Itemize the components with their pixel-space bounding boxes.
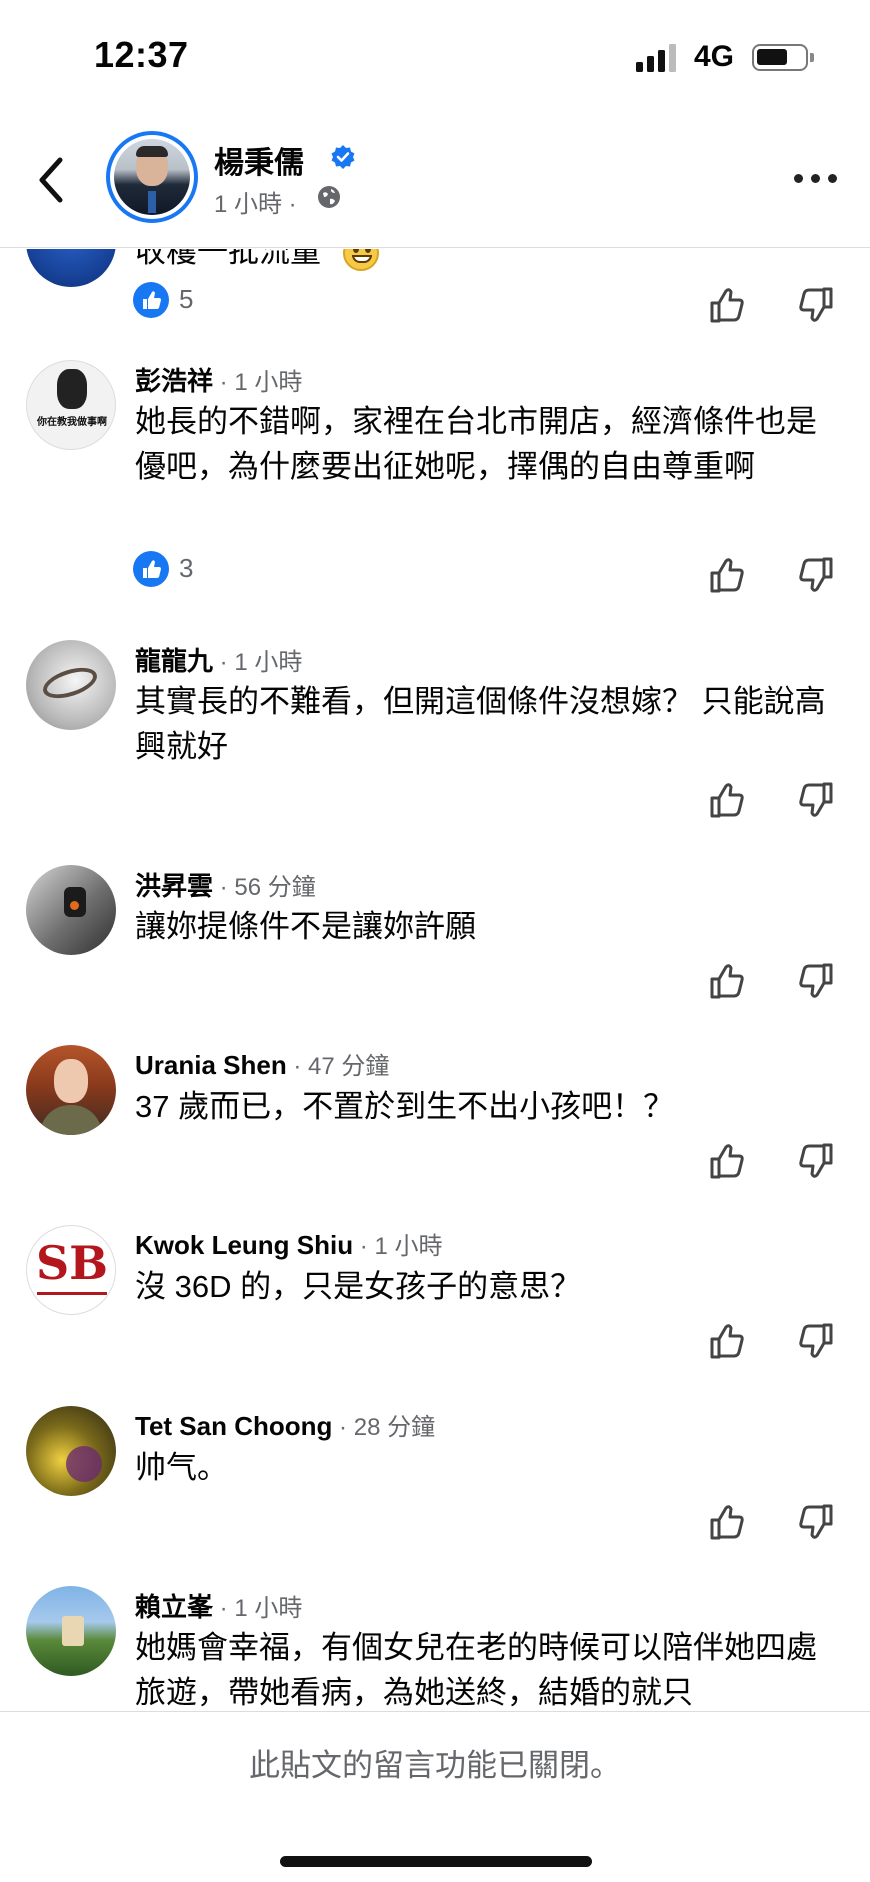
network-label: 4G	[694, 40, 735, 73]
like-button-icon[interactable]	[706, 1320, 748, 1362]
dislike-button-icon[interactable]	[795, 284, 837, 326]
comment-time: · 1 小時	[213, 1595, 303, 1622]
comment-time: · 1 小時	[213, 649, 303, 676]
comment-text: 其實長的不難看，但開這個條件沒想嫁？ 只能說高興就好	[135, 684, 826, 764]
comment-text: 帅气。	[135, 1450, 228, 1485]
commenter-name[interactable]: Urania Shen · 47 分鐘	[135, 1046, 389, 1081]
commenter-name-text[interactable]: Urania Shen	[135, 1050, 287, 1080]
commenter-name[interactable]: 彭浩祥 · 1 小時	[135, 361, 302, 398]
like-count: 5	[179, 284, 194, 314]
comments-closed-message: 此貼文的留言功能已關閉。	[249, 1748, 621, 1783]
dislike-button-icon[interactable]	[795, 1140, 837, 1182]
commenter-name[interactable]: Tet San Choong · 28 分鐘	[135, 1407, 435, 1442]
signal-icon	[636, 44, 680, 72]
commenter-name-text[interactable]: 洪昇雲	[135, 871, 213, 901]
status-bar: 12:37 4G	[0, 0, 870, 110]
dislike-button-icon[interactable]	[795, 1320, 837, 1362]
globe-icon	[318, 186, 340, 208]
dislike-button-icon[interactable]	[795, 554, 837, 596]
commenter-avatar[interactable]: 你在教我做事啊	[26, 360, 116, 450]
commenter-avatar[interactable]	[26, 249, 116, 287]
comment-text: 她媽會幸福，有個女兒在老的時候可以陪伴她四處旅遊，帶她看病，為她送終，結婚的就只	[135, 1630, 817, 1710]
comment-text: 37 歲而已，不置於到生不出小孩吧！？	[135, 1089, 675, 1124]
commenter-name[interactable]: Kwok Leung Shiu · 1 小時	[135, 1226, 442, 1261]
post-timestamp: 1 小時 ·	[214, 191, 297, 218]
comment-text: 沒 36D 的，只是女孩子的意思？	[135, 1269, 582, 1304]
like-button-icon[interactable]	[706, 554, 748, 596]
avatar-caption: 你在教我做事啊	[37, 417, 107, 428]
like-button-icon[interactable]	[706, 1501, 748, 1543]
like-button-icon[interactable]	[706, 284, 748, 326]
comment-text: 她長的不錯啊，家裡在台北市開店，經濟條件也是優吧，為什麼要出征她呢，擇偶的自由尊…	[135, 404, 817, 484]
commenter-avatar[interactable]	[26, 640, 116, 730]
comment-time: · 47 分鐘	[286, 1053, 390, 1080]
commenter-name-text[interactable]: 龍龍九	[135, 646, 213, 676]
dislike-button-icon[interactable]	[795, 779, 837, 821]
like-reaction-icon	[133, 282, 169, 318]
comment-feed[interactable]: 收穫一批流量 5 你在教我做事啊 彭浩祥 · 1 小時 她長的不錯啊，家裡在台北…	[0, 249, 870, 1711]
commenter-name[interactable]: 洪昇雲 · 56 分鐘	[135, 866, 316, 903]
like-reaction-icon	[133, 551, 169, 587]
comment-item: 賴立峯 · 1 小時 她媽會幸福，有個女兒在老的時候可以陪伴她四處旅遊，帶她看病…	[0, 1584, 870, 1711]
more-options-icon[interactable]	[792, 168, 840, 192]
dislike-button-icon[interactable]	[795, 960, 837, 1002]
like-button-icon[interactable]	[706, 1140, 748, 1182]
like-button-icon[interactable]	[706, 960, 748, 1002]
comment-time: · 28 分鐘	[332, 1414, 436, 1441]
commenter-name-text[interactable]: 彭浩祥	[135, 366, 213, 396]
commenter-avatar[interactable]: SB	[26, 1225, 116, 1315]
post-header: 楊秉儒 1 小時 ·	[0, 110, 870, 248]
commenter-avatar[interactable]	[26, 1406, 116, 1496]
comment-time: · 1 小時	[353, 1233, 443, 1260]
comment-time: · 56 分鐘	[213, 874, 316, 901]
battery-icon	[752, 44, 814, 71]
commenter-avatar[interactable]	[26, 1045, 116, 1135]
commenter-name[interactable]: 賴立峯 · 1 小時	[135, 1587, 302, 1624]
commenter-name-text[interactable]: Kwok Leung Shiu	[135, 1230, 353, 1260]
status-time: 12:37	[94, 34, 189, 75]
comment-item: 你在教我做事啊 彭浩祥 · 1 小時 她長的不錯啊，家裡在台北市開店，經濟條件也…	[0, 358, 870, 578]
comment-item: 收穫一批流量 5	[0, 249, 870, 323]
avatar-logo-text: SB	[35, 1236, 109, 1290]
verified-badge-icon	[331, 145, 355, 169]
commenter-avatar[interactable]	[26, 1586, 116, 1676]
home-indicator[interactable]	[280, 1856, 592, 1867]
comment-text: 讓妳提條件不是讓妳許願	[135, 909, 476, 944]
commenter-name[interactable]: 龍龍九 · 1 小時	[135, 641, 302, 678]
like-count: 3	[179, 553, 194, 583]
back-arrow-icon[interactable]	[30, 150, 74, 210]
dislike-button-icon[interactable]	[795, 1501, 837, 1543]
author-name[interactable]: 楊秉儒	[214, 138, 304, 182]
like-button-icon[interactable]	[706, 779, 748, 821]
commenter-avatar[interactable]	[26, 865, 116, 955]
comment-text: 收穫一批流量	[135, 249, 321, 269]
comments-closed-bar: 此貼文的留言功能已關閉。	[0, 1711, 870, 1882]
commenter-name-text[interactable]: Tet San Choong	[135, 1411, 332, 1441]
author-avatar[interactable]	[106, 131, 198, 223]
commenter-name-text[interactable]: 賴立峯	[135, 1592, 213, 1622]
comment-time: · 1 小時	[213, 369, 303, 396]
